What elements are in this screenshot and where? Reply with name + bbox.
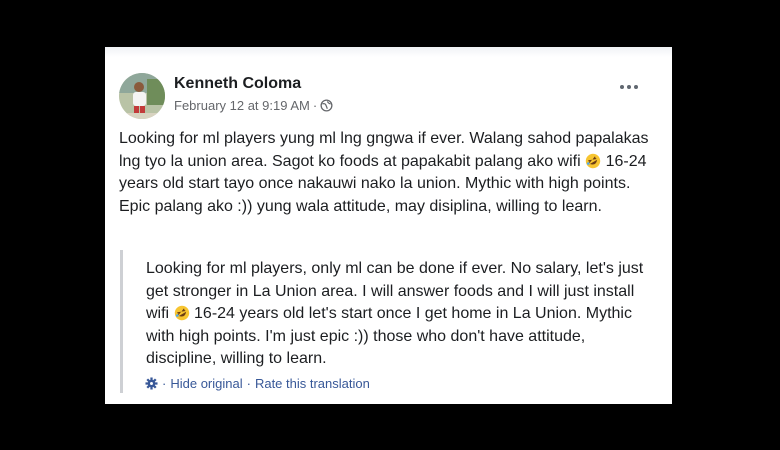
globe-icon xyxy=(320,99,333,112)
rate-translation-link[interactable]: Rate this translation xyxy=(255,376,370,391)
post-card: Kenneth Coloma February 12 at 9:19 AM · … xyxy=(105,47,672,404)
more-options-icon[interactable] xyxy=(620,85,638,89)
more-dot xyxy=(634,85,638,89)
translation-block: Looking for ml players, only ml can be d… xyxy=(120,250,663,393)
more-dot xyxy=(620,85,624,89)
post-text-part1: Looking for ml players yung ml lng gngwa… xyxy=(119,130,649,170)
hide-original-link[interactable]: Hide original xyxy=(170,376,242,391)
avatar[interactable] xyxy=(119,73,165,119)
link-separator: · xyxy=(162,376,167,391)
avatar-photo xyxy=(119,73,165,119)
translation-text: Looking for ml players, only ml can be d… xyxy=(146,258,656,371)
card-top-shade xyxy=(105,47,672,57)
post-text: Looking for ml players yung ml lng gngwa… xyxy=(119,128,659,218)
rolling-on-floor-laughing-emoji xyxy=(585,153,601,168)
post-meta: February 12 at 9:19 AM · xyxy=(174,98,333,113)
rolling-on-floor-laughing-emoji xyxy=(174,305,189,321)
translation-links: · Hide original · Rate this translation xyxy=(145,376,370,391)
translation-text-part2: 16-24 years old let's start once I get h… xyxy=(146,305,632,367)
post-date[interactable]: February 12 at 9:19 AM xyxy=(174,98,310,113)
author-name[interactable]: Kenneth Coloma xyxy=(174,75,301,93)
meta-separator: · xyxy=(312,98,318,113)
gear-icon[interactable] xyxy=(145,377,158,390)
more-dot xyxy=(627,85,631,89)
link-separator: · xyxy=(246,376,251,391)
